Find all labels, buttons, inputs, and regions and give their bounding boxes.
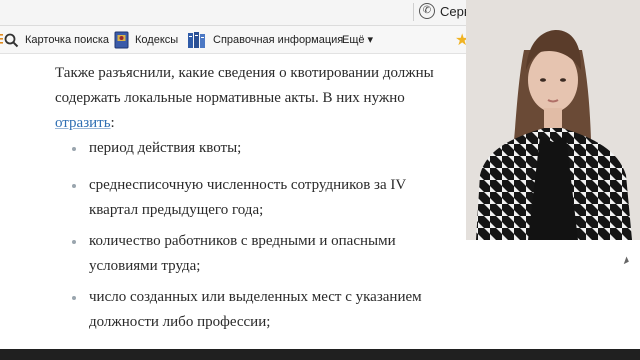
toolbar-codes[interactable]: Кодексы bbox=[114, 26, 178, 53]
toolbar-reference-label: Справочная информация bbox=[213, 33, 344, 46]
article-content: Также разъяснили, какие сведения о квоти… bbox=[0, 53, 466, 360]
toolbar: Карточка поиска Кодексы Справочная инфор… bbox=[0, 26, 466, 54]
list-item: период действия квоты; bbox=[72, 136, 432, 161]
intro-suffix: : bbox=[110, 115, 115, 131]
codes-book-icon bbox=[114, 31, 129, 49]
article-intro: Также разъяснили, какие сведения о квоти… bbox=[55, 61, 455, 136]
list-item: число созданных или выделенных мест с ук… bbox=[72, 285, 432, 335]
phone-icon[interactable]: ✆ bbox=[419, 3, 435, 19]
toolbar-reference[interactable]: Справочная информация bbox=[187, 26, 343, 53]
list-item: среднесписочную численность сотрудников … bbox=[72, 173, 432, 223]
bottom-bar bbox=[0, 349, 640, 360]
bullet-dot-icon bbox=[72, 147, 76, 151]
toolbar-codes-label: Кодексы bbox=[135, 33, 179, 46]
toolbar-more-menu[interactable]: Ещё ▾ bbox=[342, 26, 373, 53]
intro-link[interactable]: отразить bbox=[55, 115, 111, 131]
bullet-dot-icon bbox=[72, 240, 76, 244]
list-item: количество работников с вредными и опасн… bbox=[72, 229, 432, 279]
presenter-image bbox=[466, 0, 640, 240]
toolbar-more-label: Ещё ▾ bbox=[342, 34, 374, 46]
reference-books-icon bbox=[187, 31, 207, 49]
bullet-dot-icon bbox=[72, 184, 76, 188]
toolbar-search-card[interactable]: Карточка поиска bbox=[0, 26, 109, 53]
intro-text: Также разъяснили, какие сведения о квоти… bbox=[55, 65, 434, 106]
bullet-dot-icon bbox=[72, 296, 76, 300]
search-card-icon bbox=[0, 32, 19, 48]
toolbar-search-card-label: Карточка поиска bbox=[25, 33, 110, 46]
presenter-webcam-overlay bbox=[466, 0, 640, 240]
top-strip-divider bbox=[413, 3, 414, 21]
mouse-cursor-icon bbox=[623, 256, 631, 266]
